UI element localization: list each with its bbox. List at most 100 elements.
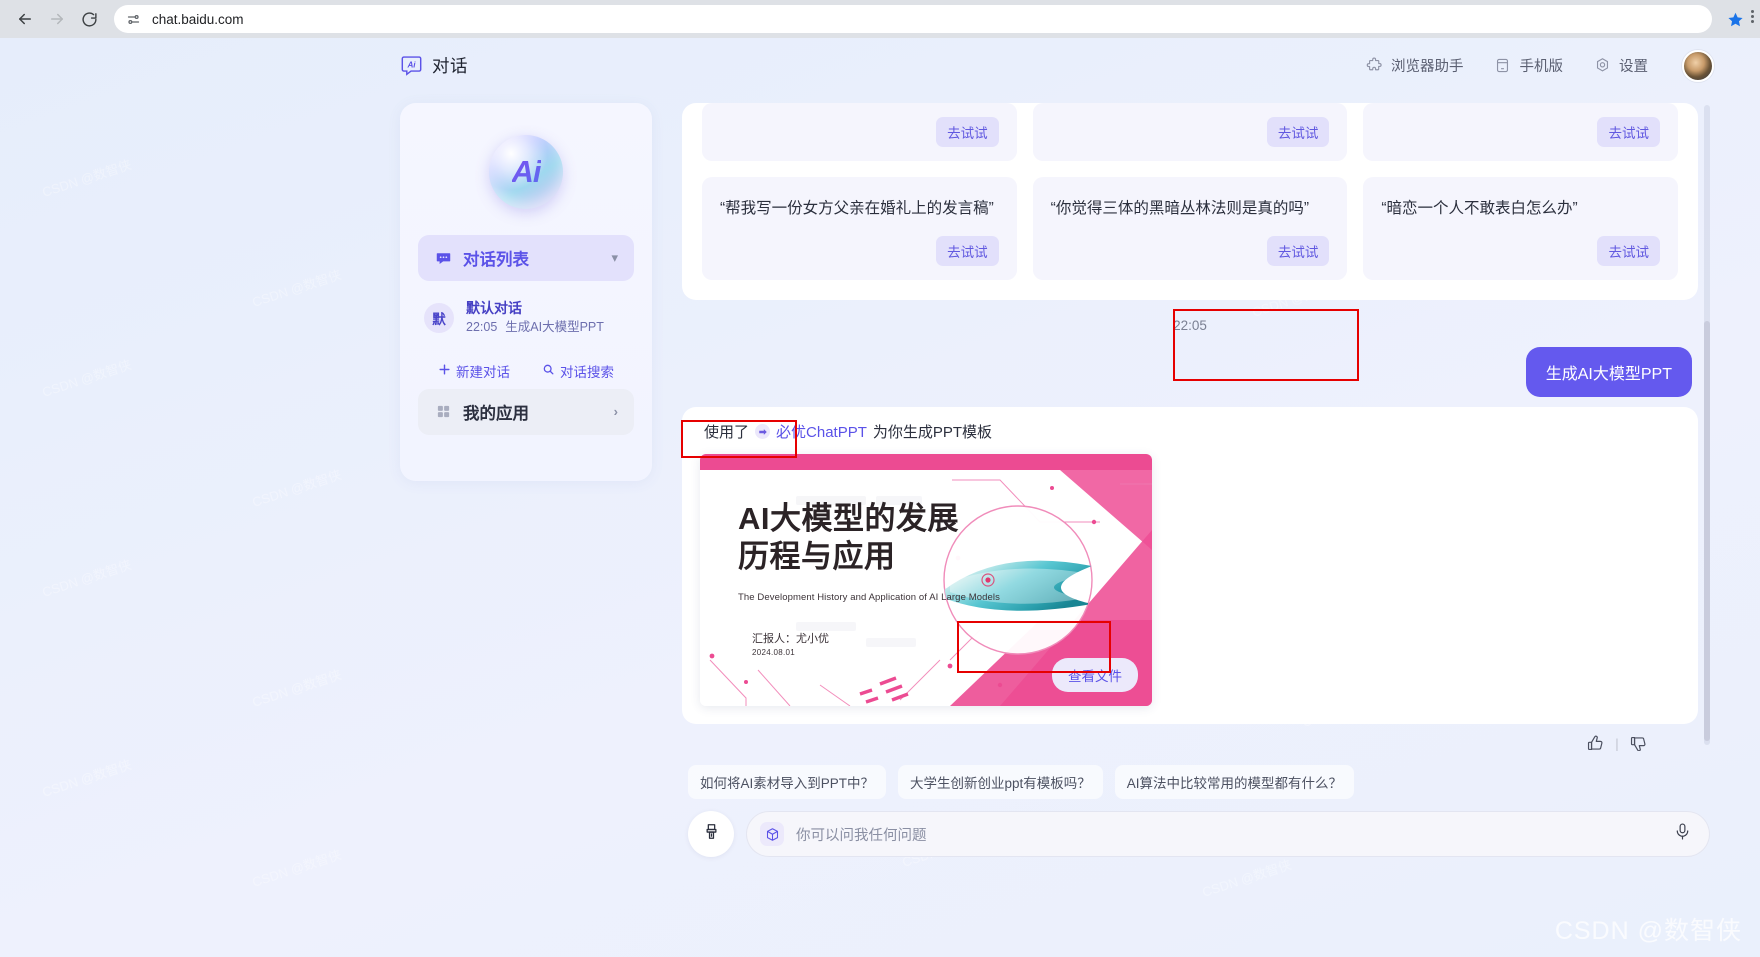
suggestion-card[interactable]: “你觉得三体的黑暗丛林法则是真的吗” 去试试 xyxy=(1032,177,1348,281)
ai-logo-icon: Ai xyxy=(400,54,423,77)
sidebar-logo-text: Ai xyxy=(511,154,542,189)
header-item-label: 设置 xyxy=(1619,59,1648,75)
header-item-label: 手机版 xyxy=(1519,59,1564,75)
feedback-separator: | xyxy=(1614,737,1619,751)
try-button[interactable]: 去试试 xyxy=(936,117,999,147)
search-conversation-label: 对话搜索 xyxy=(560,364,614,380)
try-button[interactable]: 去试试 xyxy=(1597,236,1660,267)
brush-button[interactable] xyxy=(688,811,734,857)
suggestion-chip[interactable]: AI算法中比较常用的模型都有什么？ xyxy=(1114,765,1355,799)
suggestion-chip[interactable]: 大学生创新创业ppt有模板吗？ xyxy=(898,765,1103,799)
user-message-bubble: 生成AI大模型PPT xyxy=(1525,347,1692,398)
kebab-menu-icon[interactable] xyxy=(1746,10,1758,23)
brush-icon xyxy=(702,822,721,846)
slide-date: 2024.08.01 xyxy=(752,648,796,658)
sidebar-item-label: 我的应用 xyxy=(463,404,529,423)
conversation-preview: 生成AI大模型PPT xyxy=(505,319,604,334)
composer: 你可以问我任何问题 xyxy=(682,811,1714,857)
suggestion-text: “帮我写一份女方父亲在婚礼上的发言稿” xyxy=(720,200,994,217)
forward-arrow-icon[interactable] xyxy=(42,4,72,34)
header-item-settings[interactable]: 设置 xyxy=(1593,55,1648,76)
sidebar: Ai 对话列表 ▾ 默 默认对话 22:05 生成AI大模型PPT 新建对话 对… xyxy=(400,103,652,481)
assistant-message: 使用了 必优ChatPPT 为你生成PPT模板 AI大模型的发展 历程与应用 T… xyxy=(682,407,1698,725)
sidebar-item-my-apps[interactable]: 我的应用 › xyxy=(418,388,634,435)
try-button[interactable]: 去试试 xyxy=(1266,117,1330,147)
new-conversation-label: 新建对话 xyxy=(456,364,510,380)
suggestion-text: “暗恋一个人不敢表白怎么办” xyxy=(1381,200,1578,217)
user-message-row: 生成AI大模型PPT xyxy=(682,343,1698,407)
plugin-used-line: 使用了 必优ChatPPT 为你生成PPT模板 xyxy=(700,421,1680,442)
conversation-meta: 22:05 生成AI大模型PPT xyxy=(466,318,604,337)
chevron-right-icon[interactable]: › xyxy=(614,404,618,419)
header-actions: 浏览器助手 手机版 设置 xyxy=(1365,49,1714,82)
suggestion-grid-top: 去试试 去试试 去试试 xyxy=(702,103,1678,161)
suggestion-chips: 如何将AI素材导入到PPT中？ 大学生创新创业ppt有模板吗？ AI算法中比较常… xyxy=(682,751,1714,811)
search-conversation-button[interactable]: 对话搜索 xyxy=(542,361,614,381)
chevron-down-icon[interactable]: ▾ xyxy=(611,250,618,266)
conversation-text: 默认对话 22:05 生成AI大模型PPT xyxy=(466,299,604,337)
slide-title: AI大模型的发展 历程与应用 xyxy=(738,500,959,576)
suggestion-card[interactable]: 去试试 xyxy=(1032,103,1348,161)
page-title: 对话 xyxy=(432,56,468,76)
slide-title-line2: 历程与应用 xyxy=(738,538,896,574)
main-layout: Ai 对话列表 ▾ 默 默认对话 22:05 生成AI大模型PPT 新建对话 对… xyxy=(0,93,1760,957)
try-button[interactable]: 去试试 xyxy=(1597,117,1660,147)
suggestion-card[interactable]: 去试试 xyxy=(1363,103,1678,161)
new-conversation-button[interactable]: 新建对话 xyxy=(438,361,510,381)
reload-icon[interactable] xyxy=(74,4,104,34)
suggestion-card[interactable]: “暗恋一个人不敢表白怎么办” 去试试 xyxy=(1363,177,1678,281)
scrollbar-thumb[interactable] xyxy=(1704,321,1710,741)
thumbs-down-icon[interactable] xyxy=(1629,734,1648,751)
header-item-label: 浏览器助手 xyxy=(1391,59,1464,75)
view-file-button[interactable]: 查看文件 xyxy=(1052,658,1138,693)
chat-bubble-icon xyxy=(434,249,452,267)
sidebar-conversation-actions: 新建对话 对话搜索 xyxy=(418,361,634,381)
ai-orb-icon: Ai xyxy=(489,135,563,209)
plugin-used-suffix: 为你生成PPT模板 xyxy=(872,424,993,442)
plus-icon xyxy=(438,363,451,379)
conversation-avatar: 默 xyxy=(424,302,454,333)
ppt-slide-preview[interactable]: AI大模型的发展 历程与应用 The Development History a… xyxy=(700,454,1152,707)
suggestion-text: “你觉得三体的黑暗丛林法则是真的吗” xyxy=(1050,200,1309,217)
plugin-icon xyxy=(755,424,771,440)
message-input-wrapper[interactable]: 你可以问我任何问题 xyxy=(746,811,1710,857)
suggestion-grid: “帮我写一份女方父亲在婚礼上的发言稿” 去试试 “你觉得三体的黑暗丛林法则是真的… xyxy=(702,177,1678,281)
suggestion-card[interactable]: 去试试 xyxy=(702,103,1017,161)
brand: Ai 对话 xyxy=(400,53,468,78)
cube-icon[interactable] xyxy=(760,822,784,846)
app-header: Ai 对话 浏览器助手 手机版 设置 xyxy=(0,38,1760,93)
suggestion-block: 去试试 去试试 去试试 “帮我写一份女方父亲在婚礼上的发言稿” 去试试 “你觉得… xyxy=(682,103,1698,301)
message-timestamp: 22:05 xyxy=(1173,318,1207,334)
plugin-used-prefix: 使用了 xyxy=(704,424,750,442)
avatar[interactable] xyxy=(1682,49,1714,82)
try-button[interactable]: 去试试 xyxy=(936,236,999,267)
sidebar-item-label: 对话列表 xyxy=(463,251,529,269)
puzzle-icon xyxy=(1365,57,1383,75)
back-arrow-icon[interactable] xyxy=(10,4,40,34)
gear-icon xyxy=(1593,57,1611,75)
address-bar-url: chat.baidu.com xyxy=(152,11,244,27)
suggestion-card[interactable]: “帮我写一份女方父亲在婚礼上的发言稿” 去试试 xyxy=(702,177,1017,281)
thumbs-up-icon[interactable] xyxy=(1586,734,1605,751)
slide-title-line1: AI大模型的发展 xyxy=(738,501,959,537)
conversation-title: 默认对话 xyxy=(466,300,522,316)
search-icon xyxy=(542,363,555,379)
slide-presenter: 汇报人：尤小优 xyxy=(752,633,829,646)
plugin-chip[interactable]: 必优ChatPPT xyxy=(755,421,867,442)
message-input[interactable]: 你可以问我任何问题 xyxy=(796,824,1661,845)
site-settings-icon[interactable] xyxy=(124,10,143,29)
sidebar-item-conversation-list[interactable]: 对话列表 ▾ xyxy=(418,235,634,281)
app-page: CSDN @数智侠 CSDN @数智侠 CSDN @数智侠 CSDN @数智侠 … xyxy=(0,38,1760,957)
conversation-time: 22:05 xyxy=(466,319,498,334)
header-item-mobile[interactable]: 手机版 xyxy=(1494,55,1564,76)
microphone-icon[interactable] xyxy=(1673,822,1692,846)
svg-text:Ai: Ai xyxy=(406,60,416,69)
header-item-browser-assistant[interactable]: 浏览器助手 xyxy=(1365,55,1464,76)
address-bar[interactable]: chat.baidu.com xyxy=(114,5,1712,33)
try-button[interactable]: 去试试 xyxy=(1266,236,1330,267)
list-item[interactable]: 默 默认对话 22:05 生成AI大模型PPT xyxy=(418,287,634,349)
chat-scroll-area: 去试试 去试试 去试试 “帮我写一份女方父亲在婚礼上的发言稿” 去试试 “你觉得… xyxy=(682,103,1714,751)
plugin-name: 必优ChatPPT xyxy=(776,424,867,442)
slide-subtitle: The Development History and Application … xyxy=(738,592,1000,604)
suggestion-chip[interactable]: 如何将AI素材导入到PPT中？ xyxy=(688,765,887,799)
